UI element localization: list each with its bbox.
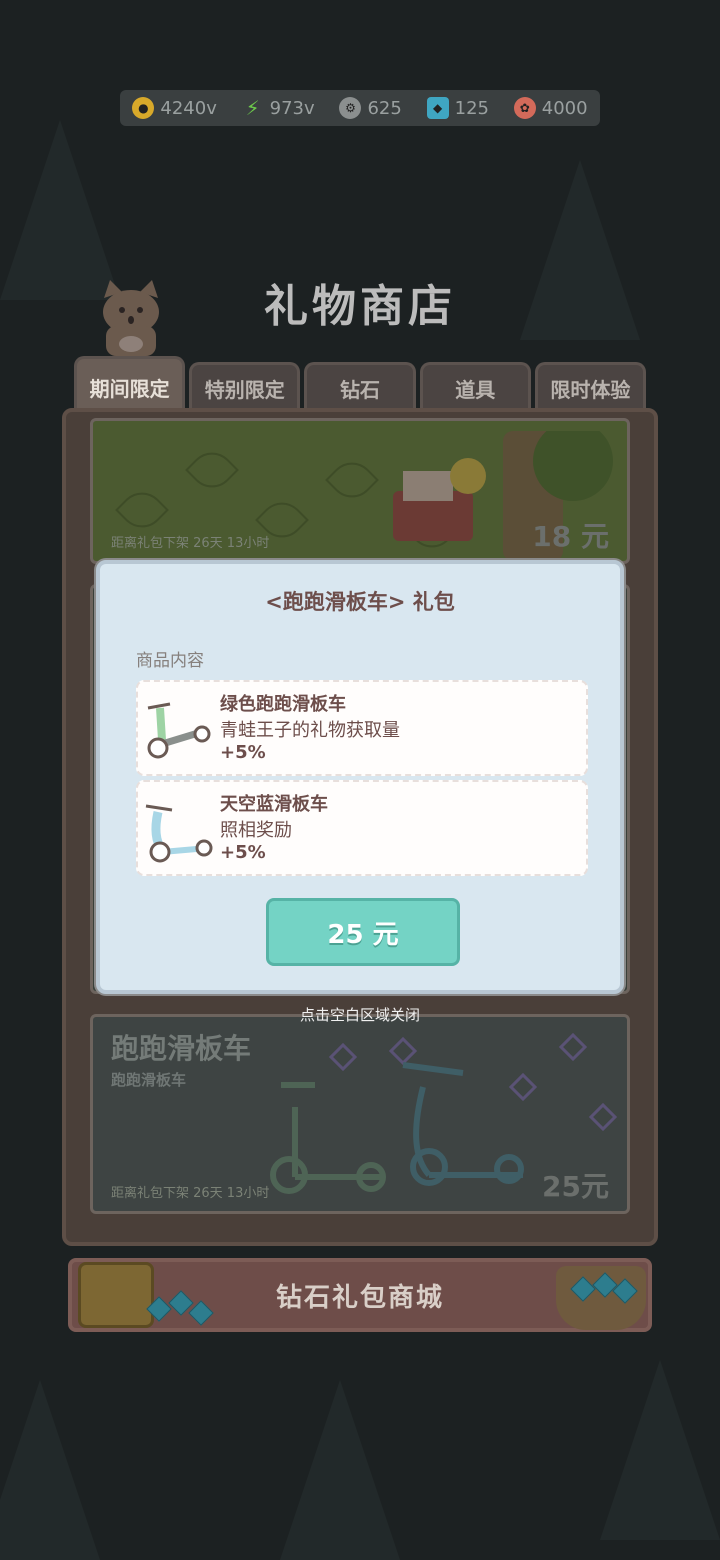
tab-limited-period[interactable]: 期间限定 — [74, 356, 186, 415]
resource-energy[interactable]: ⚡ 973v — [242, 96, 315, 120]
contents-label: 商品内容 — [136, 651, 204, 671]
resource-value: 973v — [269, 97, 315, 119]
item-bonus: +5% — [220, 842, 266, 863]
resource-ticket[interactable]: ✿ 4000 — [513, 97, 588, 119]
pack-item: 天空蓝滑板车 照相奖励 +5% — [136, 780, 588, 876]
gem-icon — [592, 1272, 618, 1298]
resource-value: 125 — [454, 97, 489, 119]
pack-item: 绿色跑跑滑板车 青蛙王子的礼物获取量 +5% — [136, 680, 588, 776]
pack-price: 18 元 — [532, 520, 609, 553]
leaf-pattern — [185, 443, 239, 497]
tab-trial[interactable]: 限时体验 — [534, 362, 647, 412]
resource-value: 4000 — [541, 97, 588, 119]
sky-blue-scooter-icon — [145, 804, 213, 863]
tab-items[interactable]: 道具 — [419, 362, 531, 412]
gold-coin-icon: ● — [132, 97, 155, 119]
pack-timer: 距离礼包下架 26天 13小时 — [111, 536, 270, 551]
green-scooter-icon — [147, 702, 211, 759]
tab-diamond[interactable]: 钻石 — [304, 362, 416, 412]
gem-icon — [612, 1278, 638, 1304]
tab-bar: 期间限定 特别限定 钻石 道具 限时体验 — [74, 356, 647, 415]
diamond-store-label: 钻石礼包商城 — [275, 1282, 444, 1313]
item-description: 青蛙王子的礼物获取量 — [220, 720, 400, 741]
gift-pack-card[interactable]: 距离礼包下架 26天 13小时 18 元 — [90, 418, 630, 564]
confetti-shape — [558, 1032, 588, 1062]
item-name: 天空蓝滑板车 — [220, 794, 328, 815]
tab-special-limited[interactable]: 特别限定 — [189, 362, 301, 412]
resource-gem[interactable]: ◆ 125 — [426, 97, 489, 119]
gear-token-icon: ⚙ — [339, 97, 362, 119]
resource-value: 4240v — [160, 97, 217, 119]
treasure-chest-icon — [78, 1262, 154, 1328]
gift-pack-card[interactable]: 跑跑滑板车 跑跑滑板车 距离礼包下架 26天 13小时 25元 — [90, 1014, 630, 1214]
blue-gem-icon: ◆ — [426, 97, 449, 119]
background-tree — [0, 1380, 100, 1560]
close-hint[interactable]: 点击空白区域关闭 — [0, 1004, 720, 1025]
gem-basket-icon — [556, 1266, 646, 1330]
item-description: 照相奖励 — [220, 820, 292, 841]
item-bonus: +5% — [220, 742, 266, 763]
leaf-pattern — [115, 483, 169, 537]
pack-price: 25元 — [542, 1170, 609, 1203]
resource-gear[interactable]: ⚙ 625 — [339, 97, 402, 119]
pack-title: 跑跑滑板车 — [111, 1032, 252, 1065]
leaf-pattern — [325, 453, 379, 507]
resource-value: 625 — [367, 97, 402, 119]
pack-subtitle: 跑跑滑板车 — [111, 1071, 187, 1089]
resource-gold[interactable]: ● 4240v — [132, 97, 217, 119]
background-tree — [600, 1360, 720, 1540]
energy-bolt-icon: ⚡ — [245, 96, 260, 120]
scooter-pair-illustration — [270, 1062, 524, 1194]
confetti-shape — [588, 1102, 618, 1132]
background-tree — [280, 1380, 400, 1560]
red-ticket-icon: ✿ — [513, 97, 536, 119]
resource-bar: ● 4240v ⚡ 973v ⚙ 625 ◆ 125 ✿ 4000 — [120, 90, 600, 126]
dialog-title: <跑跑滑板车> 礼包 — [265, 590, 455, 614]
item-name: 绿色跑跑滑板车 — [220, 694, 346, 715]
gem-icon — [570, 1276, 596, 1302]
buy-button[interactable]: 25 元 — [266, 898, 460, 966]
gift-pack-dialog: <跑跑滑板车> 礼包 商品内容 绿色跑跑滑板车 青蛙王子的礼物获取量 +5% 天… — [96, 560, 624, 994]
page-title: 礼物商店 — [264, 281, 456, 332]
pack-timer: 距离礼包下架 26天 13小时 — [111, 1186, 270, 1201]
